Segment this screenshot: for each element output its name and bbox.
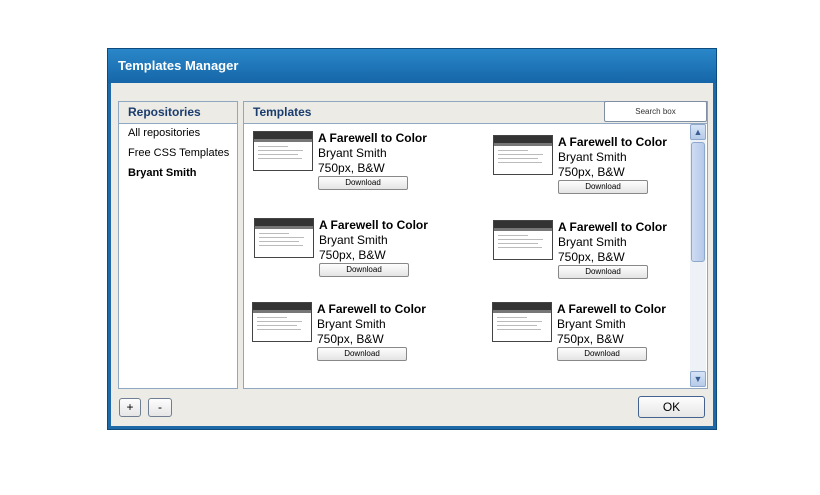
repository-item-bryant-smith[interactable]: Bryant Smith [128,167,196,179]
template-tile: A Farewell to Color Bryant Smith 750px, … [493,135,693,195]
download-button[interactable]: Download [557,347,647,361]
repository-item-all[interactable]: All repositories [128,127,200,139]
download-button[interactable]: Download [558,265,648,279]
template-author: Bryant Smith [318,146,387,160]
template-spec: 750px, B&W [319,248,386,262]
template-tile: A Farewell to Color Bryant Smith 750px, … [253,131,453,191]
template-author: Bryant Smith [558,235,627,249]
template-author: Bryant Smith [319,233,388,247]
template-thumbnail[interactable] [493,220,553,260]
add-repository-button[interactable]: + [119,398,141,417]
template-thumbnail[interactable] [493,135,553,175]
download-button[interactable]: Download [319,263,409,277]
template-title: A Farewell to Color [319,218,428,232]
template-thumbnail[interactable] [252,302,312,342]
template-spec: 750px, B&W [558,250,625,264]
template-tile: A Farewell to Color Bryant Smith 750px, … [252,302,452,362]
template-thumbnail[interactable] [492,302,552,342]
template-tile: A Farewell to Color Bryant Smith 750px, … [254,218,454,278]
scrollbar-thumb[interactable] [691,142,705,262]
repositories-header: Repositories [119,102,237,124]
template-thumbnail[interactable] [253,131,313,171]
template-spec: 750px, B&W [557,332,624,346]
window-body: Repositories All repositories Free CSS T… [111,83,713,426]
template-title: A Farewell to Color [558,220,667,234]
ok-button[interactable]: OK [638,396,705,418]
templates-panel: Templates Search box A Farewell to Color… [243,101,708,389]
repository-item-free-css[interactable]: Free CSS Templates [128,147,229,159]
download-button[interactable]: Download [318,176,408,190]
search-box[interactable]: Search box [604,101,707,122]
templates-manager-window: Templates Manager Repositories All repos… [107,48,717,430]
template-title: A Farewell to Color [558,135,667,149]
template-title: A Farewell to Color [318,131,427,145]
remove-repository-button[interactable]: - [148,398,172,417]
template-tile: A Farewell to Color Bryant Smith 750px, … [492,302,692,362]
template-tile: A Farewell to Color Bryant Smith 750px, … [493,220,693,280]
template-author: Bryant Smith [317,317,386,331]
templates-scrollbar[interactable]: ▲ ▼ [690,124,706,387]
template-author: Bryant Smith [558,150,627,164]
template-spec: 750px, B&W [317,332,384,346]
download-button[interactable]: Download [317,347,407,361]
repositories-panel: Repositories All repositories Free CSS T… [118,101,238,389]
window-title: Templates Manager [108,49,716,83]
template-author: Bryant Smith [557,317,626,331]
template-thumbnail[interactable] [254,218,314,258]
template-title: A Farewell to Color [317,302,426,316]
template-title: A Farewell to Color [557,302,666,316]
template-spec: 750px, B&W [318,161,385,175]
download-button[interactable]: Download [558,180,648,194]
template-spec: 750px, B&W [558,165,625,179]
chevron-down-icon[interactable]: ▼ [690,371,706,387]
chevron-up-icon[interactable]: ▲ [690,124,706,140]
